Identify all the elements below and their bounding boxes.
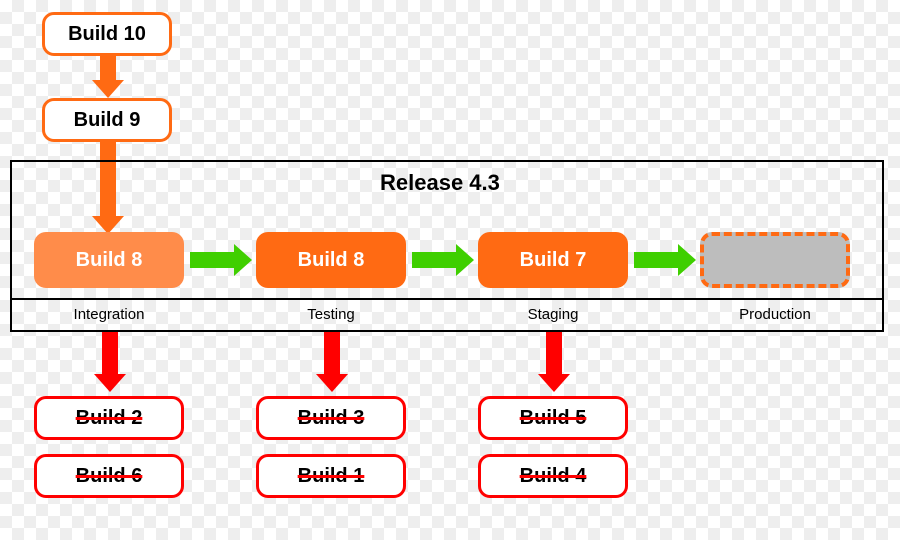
- stage-build-production-empty: [700, 232, 850, 288]
- discarded-build: Build 1: [256, 454, 406, 498]
- discarded-build: Build 6: [34, 454, 184, 498]
- arrow-down-red-icon: [538, 332, 570, 392]
- queued-build-9: Build 9: [42, 98, 172, 142]
- discarded-build: Build 4: [478, 454, 628, 498]
- arrow-down-red-icon: [316, 332, 348, 392]
- release-title: Release 4.3: [380, 170, 500, 196]
- discarded-build: Build 2: [34, 396, 184, 440]
- arrow-down-red-icon: [94, 332, 126, 392]
- stage-build-integration: Build 8: [34, 232, 184, 288]
- arrow-down-icon: [92, 56, 124, 98]
- stage-build-staging: Build 7: [478, 232, 628, 288]
- queued-build-10: Build 10: [42, 12, 172, 56]
- stage-label-production: Production: [700, 306, 850, 323]
- pipeline-diagram: Build 10 Build 9 Release 4.3 Build 8 Bui…: [0, 0, 900, 540]
- arrow-right-icon: [412, 244, 474, 276]
- stage-label-testing: Testing: [256, 306, 406, 323]
- stage-label-integration: Integration: [34, 306, 184, 323]
- discarded-build: Build 3: [256, 396, 406, 440]
- arrow-right-icon: [190, 244, 252, 276]
- arrow-right-icon: [634, 244, 696, 276]
- discarded-build: Build 5: [478, 396, 628, 440]
- stage-label-staging: Staging: [478, 306, 628, 323]
- stage-build-testing: Build 8: [256, 232, 406, 288]
